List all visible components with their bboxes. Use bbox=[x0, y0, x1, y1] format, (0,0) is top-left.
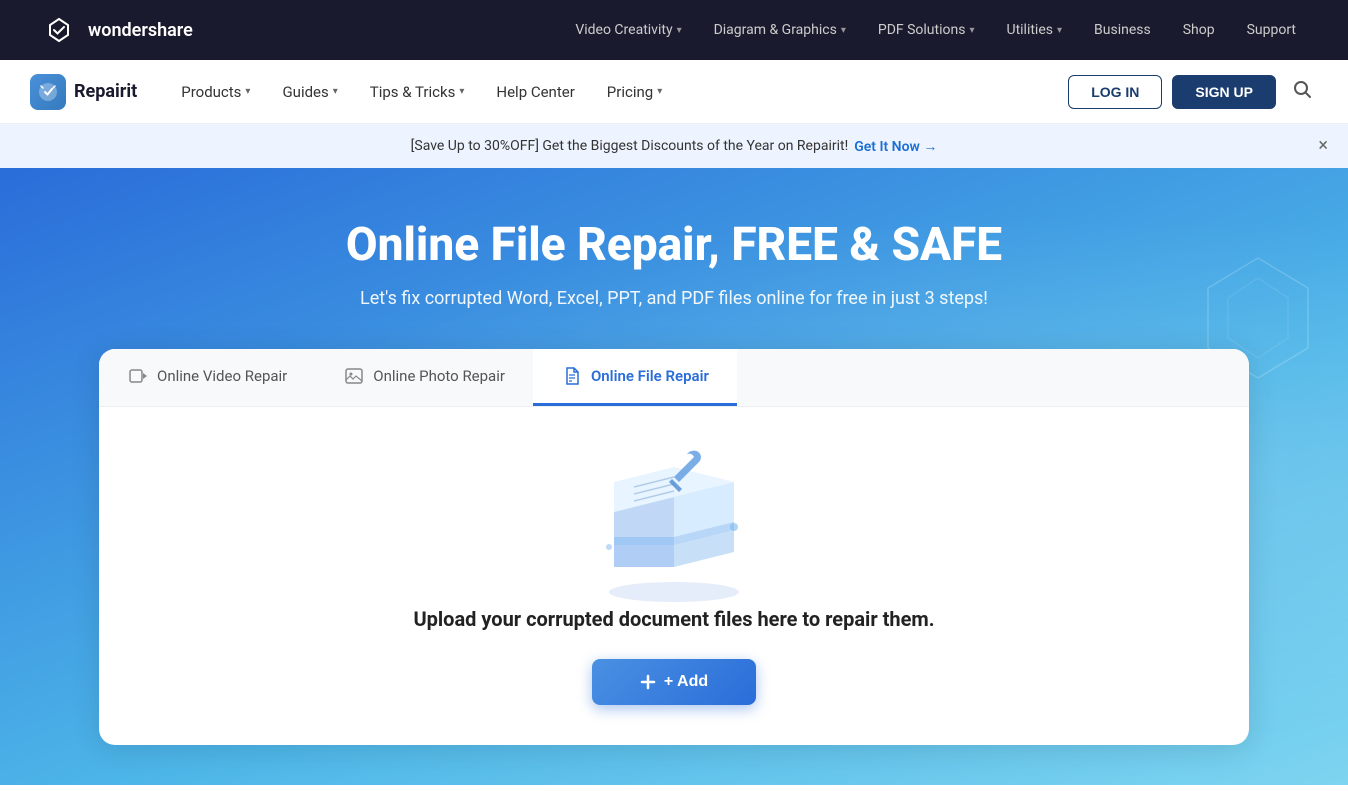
promo-banner: [Save Up to 30%OFF] Get the Biggest Disc… bbox=[0, 124, 1348, 168]
chevron-icon: ▾ bbox=[333, 86, 338, 97]
brand-name: Repairit bbox=[74, 81, 137, 102]
chevron-icon: ▾ bbox=[245, 86, 250, 97]
photo-tab-icon bbox=[343, 365, 365, 387]
topnav-business[interactable]: Business bbox=[1082, 16, 1163, 44]
topnav-shop[interactable]: Shop bbox=[1171, 16, 1227, 44]
subnav-help-center[interactable]: Help Center bbox=[482, 75, 588, 109]
topnav-pdf-solutions[interactable]: PDF Solutions ▾ bbox=[866, 16, 987, 44]
add-file-button[interactable]: + Add bbox=[592, 659, 756, 705]
topnav-support[interactable]: Support bbox=[1235, 16, 1308, 44]
add-button-label: + Add bbox=[664, 673, 708, 691]
chevron-icon: ▾ bbox=[969, 25, 974, 36]
plus-icon bbox=[640, 674, 656, 690]
top-nav-logo-text: wondershare bbox=[88, 20, 193, 41]
banner-text: [Save Up to 30%OFF] Get the Biggest Disc… bbox=[411, 138, 849, 154]
top-nav-links: Video Creativity ▾ Diagram & Graphics ▾ … bbox=[563, 16, 1308, 44]
hero-subtitle: Let's fix corrupted Word, Excel, PPT, an… bbox=[360, 288, 988, 309]
signup-button[interactable]: SIGN UP bbox=[1172, 75, 1276, 109]
tab-online-video-repair[interactable]: Online Video Repair bbox=[99, 349, 315, 406]
chevron-icon: ▾ bbox=[657, 86, 662, 97]
repair-card: Online Video Repair Online Photo Repair bbox=[99, 349, 1249, 745]
subnav-products[interactable]: Products ▾ bbox=[167, 75, 264, 109]
subnav-guides[interactable]: Guides ▾ bbox=[268, 75, 351, 109]
hero-section: Online File Repair, FREE & SAFE Let's fi… bbox=[0, 168, 1348, 785]
repair-tabs: Online Video Repair Online Photo Repair bbox=[99, 349, 1249, 407]
topnav-utilities[interactable]: Utilities ▾ bbox=[994, 16, 1074, 44]
file-illustration bbox=[574, 447, 774, 607]
repair-content-area: Upload your corrupted document files her… bbox=[99, 407, 1249, 745]
upload-instruction: Upload your corrupted document files her… bbox=[413, 607, 934, 631]
search-icon[interactable] bbox=[1286, 73, 1318, 110]
subnav-pricing[interactable]: Pricing ▾ bbox=[593, 75, 676, 109]
chevron-icon: ▾ bbox=[841, 25, 846, 36]
banner-link[interactable]: Get It Now → bbox=[854, 138, 937, 155]
sub-nav-links: Products ▾ Guides ▾ Tips & Tricks ▾ Help… bbox=[167, 75, 1068, 109]
close-icon[interactable]: × bbox=[1318, 137, 1328, 155]
top-nav-logo[interactable]: wondershare bbox=[40, 11, 193, 49]
login-button[interactable]: LOG IN bbox=[1068, 75, 1162, 109]
topnav-diagram-graphics[interactable]: Diagram & Graphics ▾ bbox=[702, 16, 858, 44]
tab-online-file-repair[interactable]: Online File Repair bbox=[533, 349, 737, 406]
hero-title: Online File Repair, FREE & SAFE bbox=[346, 218, 1002, 272]
tab-video-label: Online Video Repair bbox=[157, 367, 287, 385]
chevron-icon: ▾ bbox=[459, 86, 464, 97]
repairit-icon bbox=[30, 74, 66, 110]
chevron-icon: ▾ bbox=[677, 25, 682, 36]
file-tab-icon bbox=[561, 365, 583, 387]
top-navigation: wondershare Video Creativity ▾ Diagram &… bbox=[0, 0, 1348, 60]
tab-photo-label: Online Photo Repair bbox=[373, 367, 505, 385]
brand-logo[interactable]: Repairit bbox=[30, 74, 137, 110]
sub-nav-actions: LOG IN SIGN UP bbox=[1068, 73, 1318, 110]
tab-file-label: Online File Repair bbox=[591, 367, 709, 385]
topnav-video-creativity[interactable]: Video Creativity ▾ bbox=[563, 16, 693, 44]
chevron-icon: ▾ bbox=[1057, 25, 1062, 36]
sub-navigation: Repairit Products ▾ Guides ▾ Tips & Tric… bbox=[0, 60, 1348, 124]
video-tab-icon bbox=[127, 365, 149, 387]
subnav-tips-tricks[interactable]: Tips & Tricks ▾ bbox=[356, 75, 479, 109]
tab-online-photo-repair[interactable]: Online Photo Repair bbox=[315, 349, 533, 406]
